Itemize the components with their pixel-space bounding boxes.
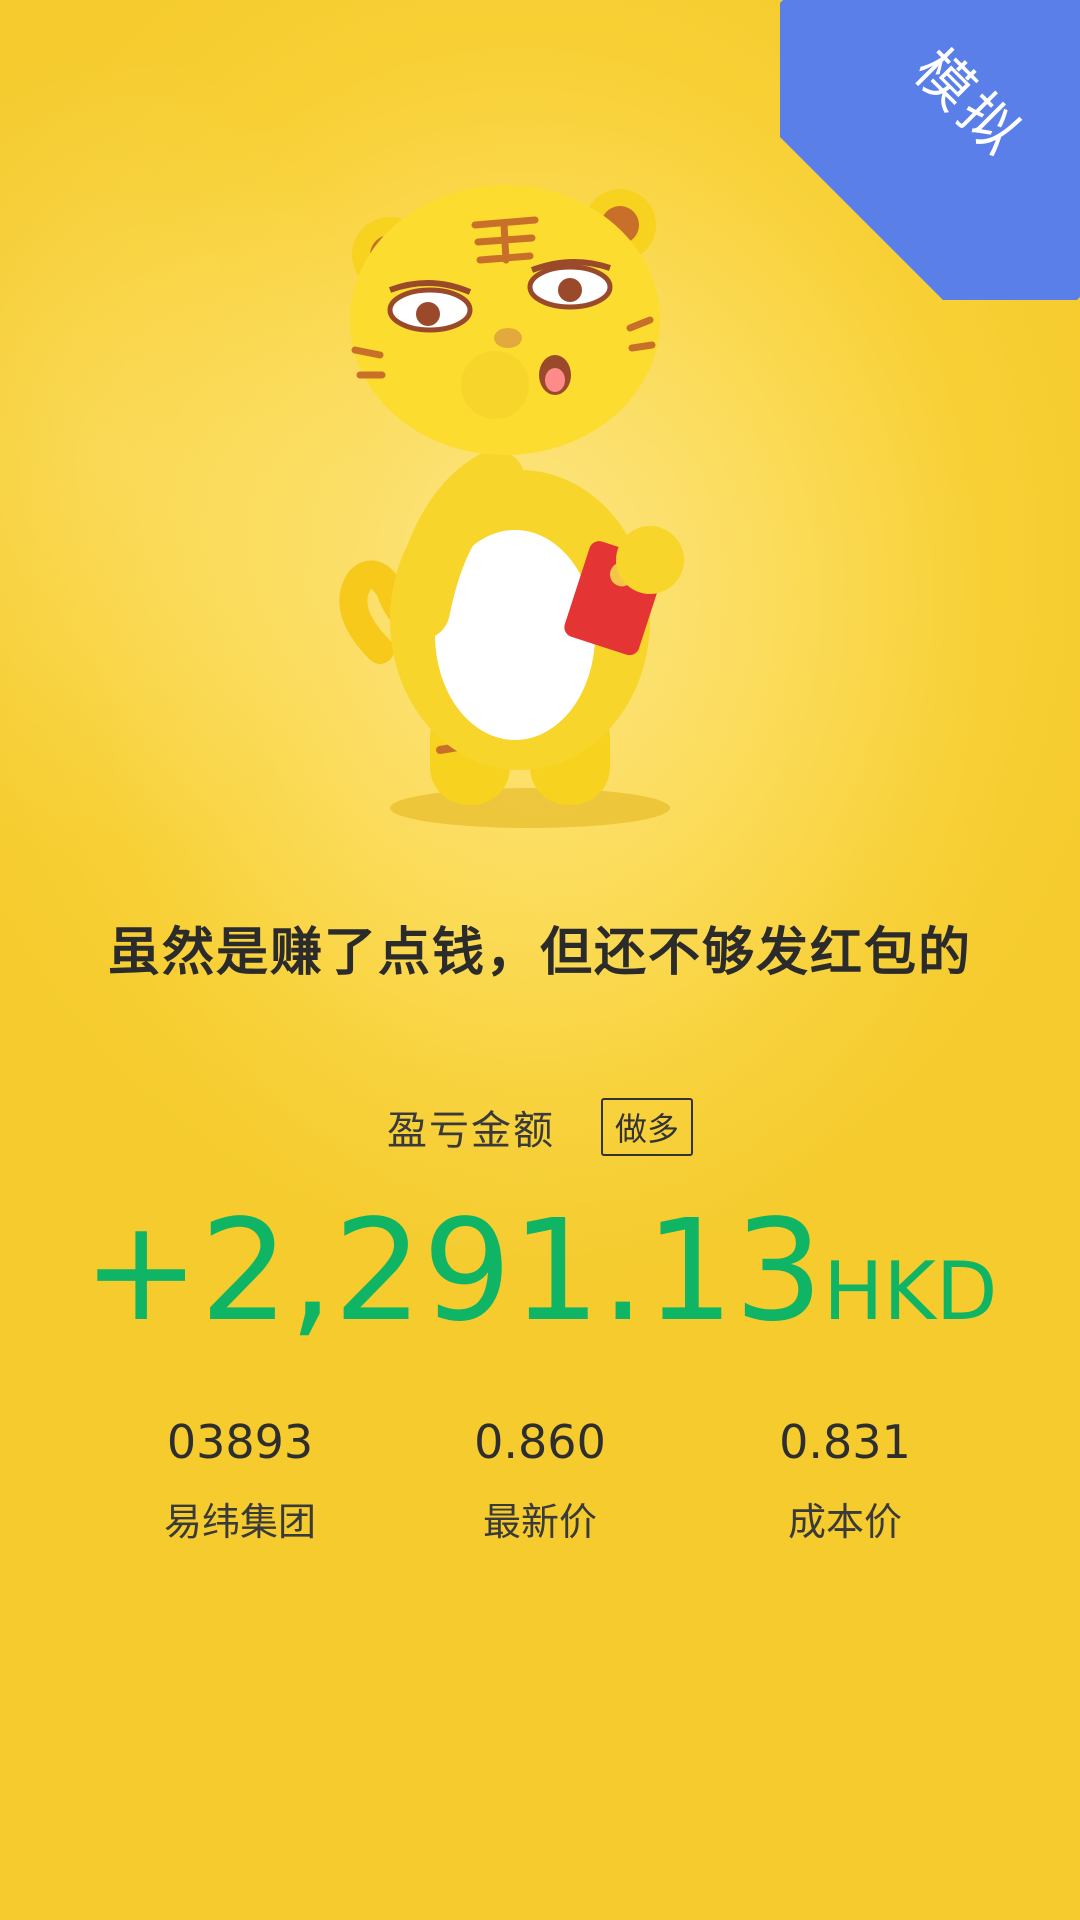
headline-message: 虽然是赚了点钱，但还不够发红包的 xyxy=(107,923,972,983)
pl-label: 盈亏金额 xyxy=(386,1108,555,1154)
pl-header: 盈亏金额 做多 xyxy=(0,1098,1080,1156)
cost-price-value: 0.831 xyxy=(779,1415,911,1469)
direction-badge: 做多 xyxy=(600,1098,693,1156)
latest-price-label: 最新价 xyxy=(482,1500,597,1544)
mascot-nose xyxy=(494,328,522,348)
pl-amount: +2,291.13HKD xyxy=(0,1190,1080,1353)
share-card: 模拟 虽然是赚了点钱，但还不够发红包的 盈亏金额 做多 +2,291.13HKD… xyxy=(0,0,1080,1920)
mascot-hand xyxy=(616,526,684,594)
stock-name: 易纬集团 xyxy=(163,1500,316,1544)
latest-price-value: 0.860 xyxy=(474,1415,606,1469)
stat-stock: 03893 易纬集团 xyxy=(90,1415,390,1546)
pl-amount-value: +2,291.13 xyxy=(82,1190,824,1353)
tiger-mascot-icon xyxy=(339,185,684,828)
mascot-hand-raised xyxy=(461,351,529,419)
stock-code: 03893 xyxy=(166,1415,314,1469)
pl-currency: HKD xyxy=(823,1245,998,1338)
cost-price-label: 成本价 xyxy=(787,1500,902,1544)
stat-latest-price: 0.860 最新价 xyxy=(390,1415,690,1546)
demo-ribbon: 模拟 xyxy=(780,0,1080,300)
stat-cost-price: 0.831 成本价 xyxy=(695,1415,995,1546)
mascot-shadow xyxy=(390,788,670,828)
